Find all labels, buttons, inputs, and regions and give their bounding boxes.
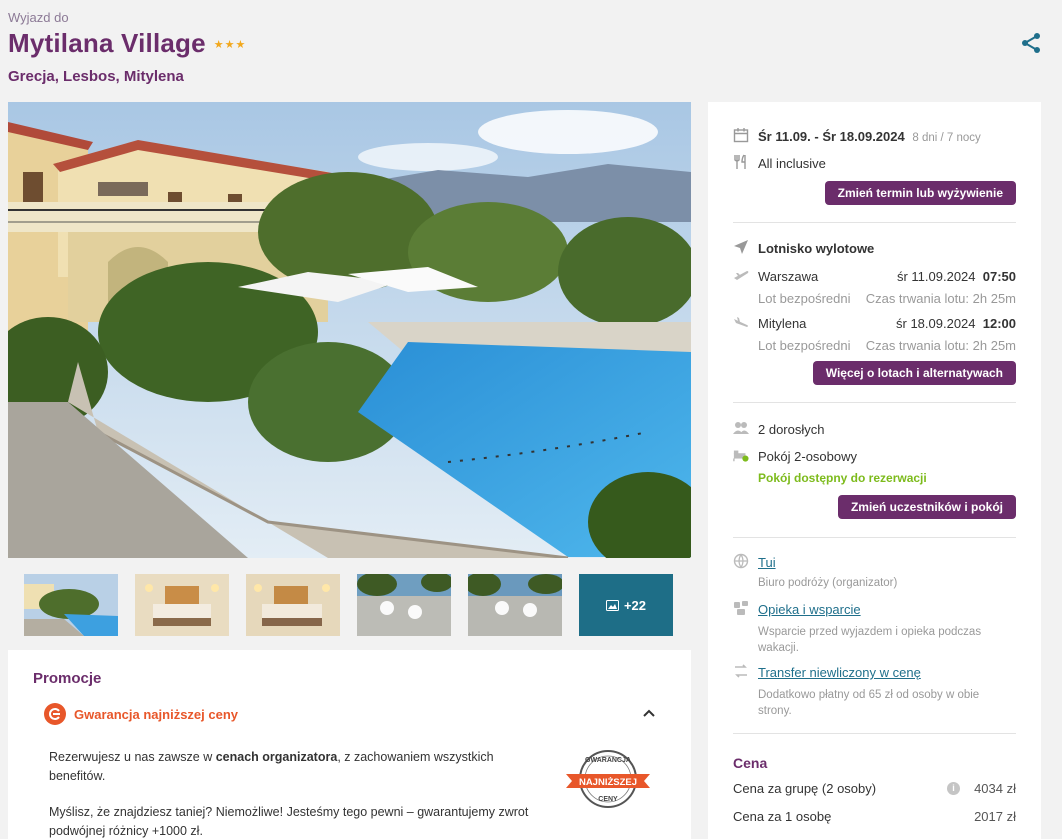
outbound-duration: Czas trwania lotu: 2h 25m — [865, 291, 1016, 306]
change-date-board-button[interactable]: Zmień termin lub wyżywienie — [824, 181, 1016, 205]
offer-page: Wyjazd do Mytilana Village ★★★ Grecja, L… — [0, 0, 1062, 839]
price-guarantee-seal: GWARANCJA NAJNIŻSZEJ CENY — [564, 748, 652, 810]
trip-dates: Śr 11.09. - Śr 18.09.2024 — [758, 129, 905, 144]
takeoff-icon — [734, 271, 749, 280]
trip-duration: 8 dni / 7 nocy — [912, 132, 981, 144]
outbound-city: Warszawa — [758, 269, 819, 284]
transfer-icon — [735, 664, 747, 678]
per-person-price-value: 2017 zł — [974, 809, 1016, 824]
group-price-label: Cena za grupę (2 osoby) — [733, 781, 877, 796]
inbound-datetime: śr 18.09.2024 12:00 — [896, 316, 1016, 331]
support-icon — [734, 601, 748, 615]
svg-text:NAJNIŻSZEJ: NAJNIŻSZEJ — [579, 777, 637, 788]
share-icon[interactable] — [1019, 31, 1043, 55]
per-person-price-row: Cena za 1 osobę 2017 zł — [733, 809, 1016, 824]
star-rating: ★★★ — [213, 39, 247, 51]
thumbnail-terrace-2[interactable] — [468, 574, 562, 636]
chevron-up-icon[interactable] — [641, 705, 657, 721]
landing-icon — [734, 317, 748, 327]
info-icon[interactable]: i — [947, 782, 960, 795]
calendar-icon — [733, 128, 749, 143]
inbound-city: Mitylena — [758, 316, 807, 331]
thumbnail-pool[interactable] — [24, 574, 118, 636]
cutlery-icon — [734, 154, 746, 169]
inbound-flight: Mitylena śr 18.09.2024 12:00 — [758, 316, 1016, 331]
divider — [733, 402, 1016, 403]
group-price-value: 4034 zł — [974, 781, 1016, 796]
promo-accordion-header[interactable]: Gwarancja najniższej ceny — [44, 703, 657, 725]
svg-text:GWARANCJA: GWARANCJA — [585, 757, 631, 764]
divider — [733, 222, 1016, 223]
main-hotel-photo[interactable] — [8, 102, 691, 558]
organizer-description: Biuro podróży (organizator) — [758, 577, 898, 589]
hotel-title: Mytilana Village — [8, 28, 206, 58]
change-participants-room-button[interactable]: Zmień uczestników i pokój — [837, 495, 1016, 519]
price-guarantee-icon — [44, 703, 66, 725]
thumbnail-more-photos[interactable]: +22 — [579, 574, 673, 636]
hotel-location: Grecja, Lesbos, Mitylena — [8, 68, 184, 85]
organizer-link[interactable]: Tui — [758, 555, 776, 570]
thumbnail-terrace-1[interactable] — [357, 574, 451, 636]
outbound-flight: Warszawa śr 11.09.2024 07:50 — [758, 269, 1016, 284]
more-photos-count: +22 — [623, 597, 647, 613]
thumbnail-room-2[interactable] — [246, 574, 340, 636]
inbound-duration: Czas trwania lotu: 2h 25m — [865, 338, 1016, 353]
promo-paragraph-1: Rezerwujesz u nas zawsze w cenach organi… — [49, 750, 494, 783]
inbound-details: Lot bezpośredni Czas trwania lotu: 2h 25… — [758, 338, 1016, 353]
inbound-flight-type: Lot bezpośredni — [758, 338, 851, 353]
more-flights-button[interactable]: Więcej o lotach i alternatywach — [812, 361, 1016, 385]
people-icon — [733, 422, 749, 434]
room-type: Pokój 2-osobowy — [758, 449, 857, 464]
promo-description: Rezerwujesz u nas zawsze w cenach organi… — [49, 748, 529, 839]
transfer-description: Dodatkowo płatny od 65 zł od osoby w obi… — [758, 689, 980, 717]
group-price-row: Cena za grupę (2 osoby) i 4034 zł — [733, 781, 1016, 796]
divider — [733, 537, 1016, 538]
trip-dates-row: Śr 11.09. - Śr 18.09.2024 8 dni / 7 nocy — [758, 129, 981, 144]
care-support-link[interactable]: Opieka i wsparcie — [758, 602, 861, 617]
plane-icon — [734, 240, 748, 254]
outbound-flight-type: Lot bezpośredni — [758, 291, 851, 306]
svg-text:CENY: CENY — [598, 796, 618, 803]
room-availability: Pokój dostępny do rezerwacji — [758, 471, 927, 485]
booking-sidebar: Śr 11.09. - Śr 18.09.2024 8 dni / 7 nocy… — [708, 102, 1041, 839]
thumbnail-room-1[interactable] — [135, 574, 229, 636]
per-person-price-label: Cena za 1 osobę — [733, 809, 832, 824]
thumbnail-strip: +22 — [24, 574, 673, 636]
promotions-panel: Promocje Gwarancja najniższej ceny Rezer… — [8, 650, 691, 839]
pre-title: Wyjazd do — [8, 10, 69, 25]
title-row: Mytilana Village ★★★ — [8, 28, 246, 59]
price-heading: Cena — [733, 755, 768, 771]
bed-icon — [733, 450, 749, 462]
board-type: All inclusive — [758, 156, 826, 171]
globe-icon — [733, 553, 749, 569]
image-icon — [605, 599, 619, 611]
promo-paragraph-2: Myślisz, że znajdziesz taniej? Niemożliw… — [49, 805, 529, 838]
departure-airport-heading: Lotnisko wylotowe — [758, 241, 875, 256]
promo-title: Gwarancja najniższej ceny — [74, 706, 239, 722]
participants-count: 2 dorosłych — [758, 422, 825, 437]
care-support-description: Wsparcie przed wyjazdem i opieka podczas… — [758, 626, 982, 654]
outbound-details: Lot bezpośredni Czas trwania lotu: 2h 25… — [758, 291, 1016, 306]
outbound-datetime: śr 11.09.2024 07:50 — [896, 269, 1016, 284]
promotions-heading: Promocje — [33, 670, 102, 687]
transfer-link[interactable]: Transfer niewliczony w cenę — [758, 665, 921, 680]
divider — [733, 733, 1016, 734]
